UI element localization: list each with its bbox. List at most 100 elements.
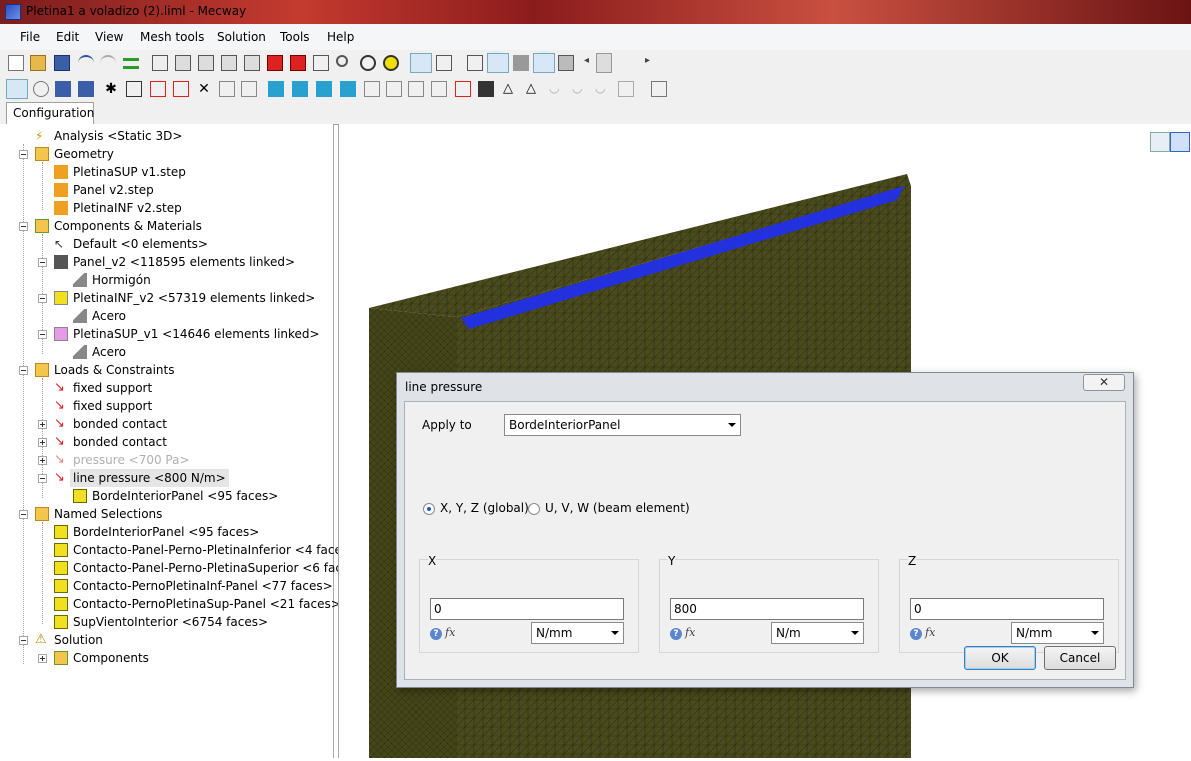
move-icon[interactable] [268, 81, 284, 97]
zoom-box-icon[interactable] [313, 55, 329, 71]
triangle-icon[interactable]: △ [500, 81, 516, 97]
help-icon[interactable]: ? [910, 628, 922, 640]
save-icon[interactable] [54, 55, 70, 71]
surface-icon[interactable] [487, 53, 509, 73]
expand-panel[interactable] [38, 258, 47, 267]
sweep-icon[interactable] [408, 81, 424, 97]
view-left-icon[interactable] [221, 55, 237, 71]
fx-icon[interactable]: fx [685, 626, 695, 639]
fx-icon[interactable]: fx [925, 626, 935, 639]
z-unit-select[interactable]: N/mm [1011, 622, 1104, 644]
delete-icon[interactable]: ✕ [196, 81, 212, 97]
scroll-thumb[interactable] [596, 53, 612, 73]
view-box-icon[interactable] [1150, 132, 1170, 152]
shell-icon[interactable]: ◡ [549, 81, 565, 97]
menu-tools[interactable]: Tools [280, 30, 310, 44]
expand-pletinasup[interactable] [38, 330, 47, 339]
menu-view[interactable]: View [95, 30, 123, 44]
merge-icon[interactable] [478, 81, 494, 97]
cancel-button[interactable]: Cancel [1044, 646, 1116, 670]
scroll-left-icon[interactable]: ◂ [584, 55, 592, 71]
mesh-lines-icon[interactable] [558, 55, 574, 71]
element-icon[interactable] [126, 81, 142, 97]
expand-solution[interactable] [19, 636, 28, 645]
menu-help[interactable]: Help [327, 30, 354, 44]
menu-edit[interactable]: Edit [56, 30, 79, 44]
table-icon[interactable] [651, 81, 667, 97]
tab-configuration[interactable]: Configuration [6, 102, 94, 124]
scale-icon[interactable] [340, 81, 356, 97]
expand-components[interactable] [19, 222, 28, 231]
fit-icon[interactable] [383, 55, 399, 71]
triangle-outline-icon[interactable]: △ [523, 81, 539, 97]
view-top-icon[interactable] [267, 55, 283, 71]
equal-icon[interactable] [123, 58, 139, 69]
revolve-icon[interactable] [386, 81, 402, 97]
rotate-icon[interactable] [360, 55, 376, 71]
grid-select-icon[interactable] [618, 81, 634, 97]
expand-pressure[interactable] [38, 456, 47, 465]
box-icon[interactable] [150, 81, 166, 97]
expand-named[interactable] [19, 510, 28, 519]
x-unit-select[interactable]: N/mm [531, 622, 624, 644]
expand-pletinainf[interactable] [38, 294, 47, 303]
view-back-icon[interactable] [198, 55, 214, 71]
expand-line-pressure[interactable] [38, 474, 47, 483]
list-icon[interactable] [241, 81, 257, 97]
scroll-right-icon[interactable]: ▸ [645, 55, 653, 71]
expand-bonded-1[interactable] [38, 420, 47, 429]
view-solid-icon[interactable] [1170, 132, 1190, 152]
node-icon[interactable]: ✱ [103, 81, 119, 97]
undo-icon[interactable] [78, 55, 94, 71]
extrude-icon[interactable] [364, 81, 380, 97]
radio-global[interactable] [423, 503, 435, 515]
mirror-icon[interactable] [316, 81, 332, 97]
x-value-input[interactable]: 0 [430, 598, 624, 620]
menu-file[interactable]: File [20, 30, 40, 44]
fx-icon[interactable]: fx [445, 626, 455, 639]
radio-beam[interactable] [528, 503, 540, 515]
open-folder-icon[interactable] [30, 55, 46, 71]
help-icon[interactable]: ? [670, 628, 682, 640]
wireframe-icon[interactable] [533, 53, 555, 73]
expand-solution-components[interactable] [38, 654, 47, 663]
measure-icon[interactable] [219, 81, 235, 97]
cube-icon[interactable] [173, 81, 189, 97]
shell3-icon[interactable]: ◡ [595, 81, 611, 97]
refine-icon[interactable] [431, 81, 447, 97]
material-icon [73, 309, 87, 323]
help-icon[interactable]: ? [430, 628, 442, 640]
select-icon[interactable] [6, 79, 28, 99]
ok-button[interactable]: OK [964, 646, 1036, 670]
apply-to-select[interactable]: BordeInteriorPanel [504, 414, 741, 436]
redo-icon[interactable] [100, 55, 116, 71]
select-face-icon[interactable] [78, 81, 94, 97]
menu-mesh-tools[interactable]: Mesh tools [140, 30, 204, 44]
view-right-icon[interactable] [244, 55, 260, 71]
configuration-tree[interactable]: ⚡ Analysis <Static 3D> Geometry PletinaS… [0, 124, 366, 758]
faces-icon [54, 561, 68, 575]
pick-icon[interactable] [33, 81, 49, 97]
shell2-icon[interactable]: ◡ [572, 81, 588, 97]
y-unit-select[interactable]: N/m [771, 622, 864, 644]
support-icon: ↘ [54, 398, 65, 413]
rotate-mesh-icon[interactable] [292, 81, 308, 97]
expand-geometry[interactable] [19, 150, 28, 159]
mesh-display-icon[interactable] [410, 53, 432, 73]
new-file-icon[interactable] [8, 55, 24, 71]
view-cube-icon[interactable] [152, 55, 168, 71]
perspective-icon[interactable] [467, 55, 483, 71]
expand-loads[interactable] [19, 366, 28, 375]
view-bottom-icon[interactable] [290, 55, 306, 71]
z-value-input[interactable]: 0 [910, 598, 1104, 620]
select-node-icon[interactable] [55, 81, 71, 97]
solid-icon[interactable] [513, 55, 529, 71]
y-value-input[interactable]: 800 [670, 598, 864, 620]
expand-bonded-2[interactable] [38, 438, 47, 447]
close-button[interactable]: ✕ [1083, 374, 1125, 391]
split-icon[interactable] [455, 81, 471, 97]
menu-solution[interactable]: Solution [217, 30, 266, 44]
select-mode-icon[interactable] [436, 55, 452, 71]
zoom-icon[interactable] [336, 55, 348, 67]
view-front-icon[interactable] [175, 55, 191, 71]
